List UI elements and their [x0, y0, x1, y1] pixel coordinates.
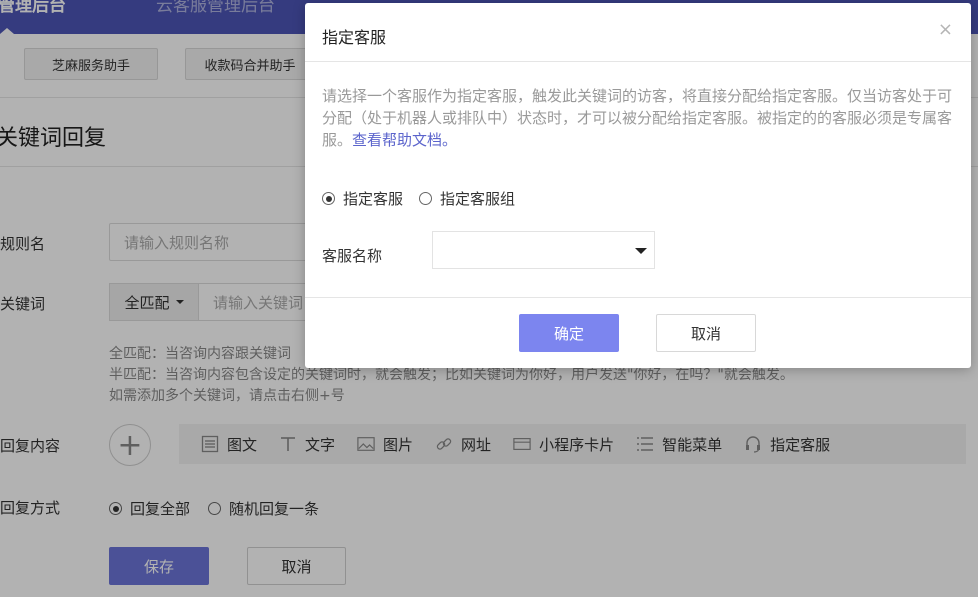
assign-group-radio[interactable]: 指定客服组 — [419, 188, 515, 209]
agent-name-select[interactable] — [432, 231, 655, 269]
assign-agent-label: 指定客服 — [343, 190, 404, 208]
agent-name-label: 客服名称 — [322, 247, 383, 265]
close-icon[interactable]: × — [938, 19, 953, 40]
dialog-header: 指定客服 × — [305, 3, 971, 62]
radio-checked-icon — [322, 192, 335, 205]
help-doc-link[interactable]: 查看帮助文档。 — [352, 131, 457, 149]
assign-agent-radio[interactable]: 指定客服 — [322, 188, 403, 209]
dialog-title: 指定客服 — [322, 28, 387, 47]
radio-unchecked-icon — [419, 192, 433, 205]
caret-down-icon — [635, 248, 647, 254]
dialog-cancel-button[interactable]: 取消 — [656, 314, 756, 352]
dialog-description: 请选择一个客服作为指定客服，触发此关键词的访客，将直接分配给指定客服。仅当访客处… — [322, 85, 962, 151]
assign-group-label: 指定客服组 — [440, 190, 516, 208]
dialog-footer: 确定 取消 — [305, 297, 971, 368]
assign-type-radio-group: 指定客服 指定客服组 — [322, 188, 515, 209]
confirm-button[interactable]: 确定 — [519, 314, 619, 352]
assign-agent-dialog: 指定客服 × 请选择一个客服作为指定客服，触发此关键词的访客，将直接分配给指定客… — [305, 3, 971, 368]
